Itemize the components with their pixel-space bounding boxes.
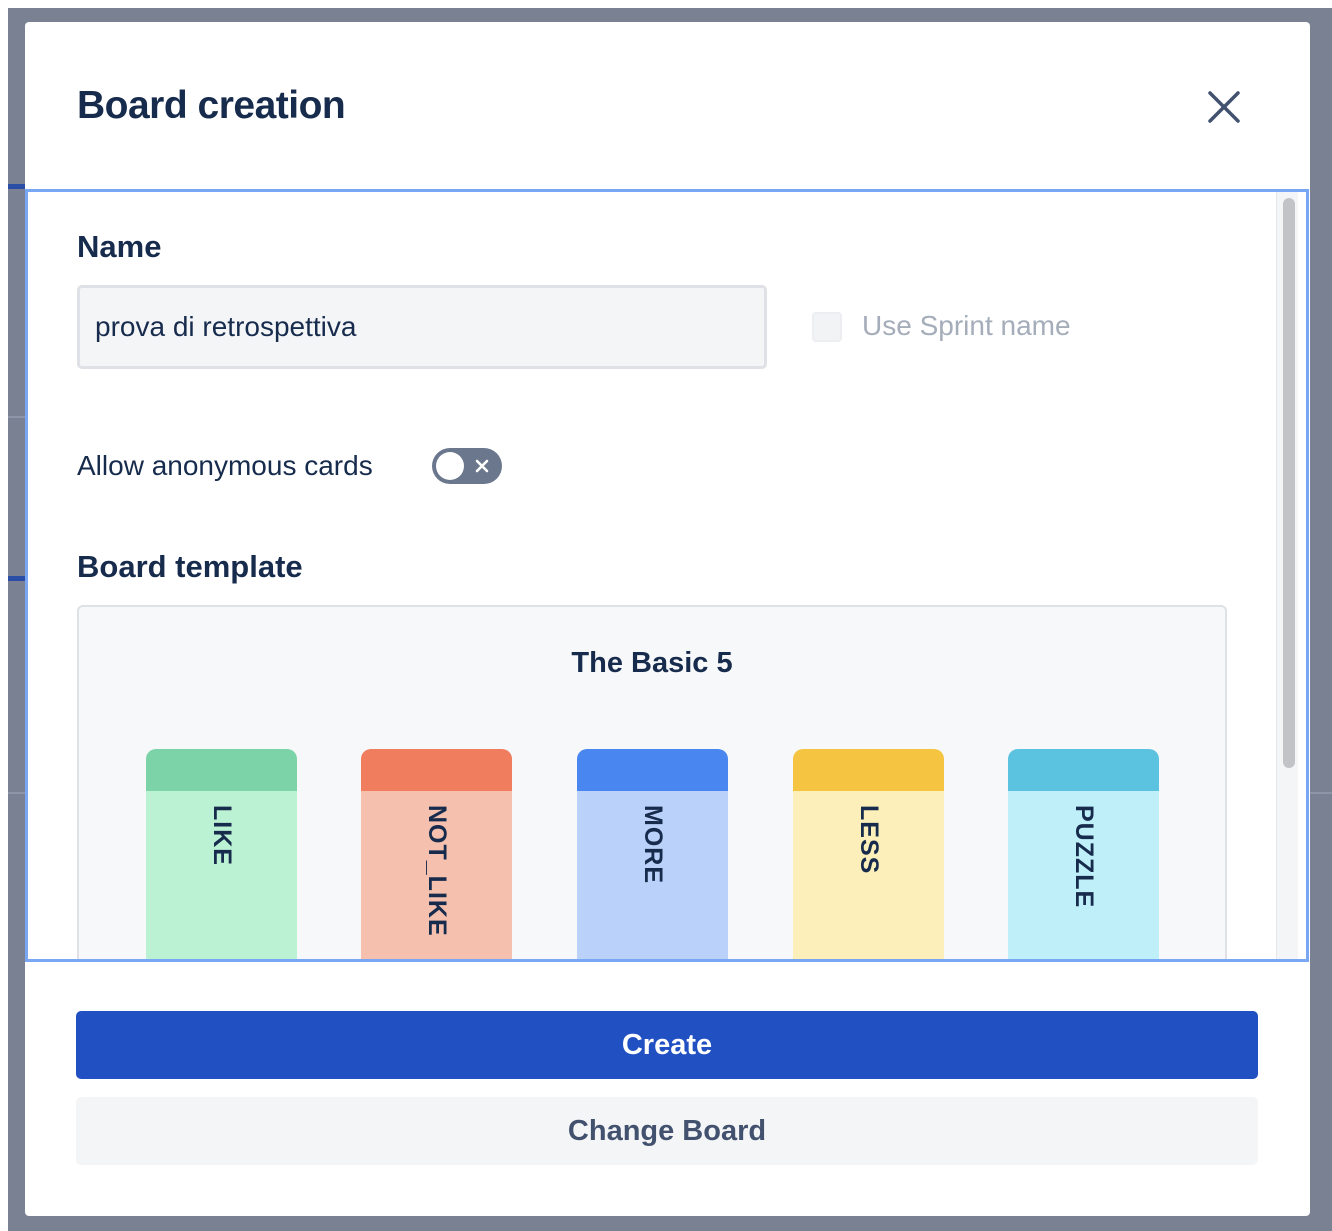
toggle-off-icon (475, 459, 489, 473)
column-label: PUZZLE (1070, 805, 1098, 909)
template-column: PUZZLE (1008, 749, 1159, 959)
use-sprint-name-checkbox[interactable] (812, 312, 842, 342)
board-creation-dialog: Board creation Name Use Sprint name Allo… (25, 22, 1310, 1216)
column-label: MORE (639, 805, 667, 884)
template-preview[interactable]: The Basic 5 LIKE NOT_LIKE MORE LESS PUZZ… (77, 605, 1227, 959)
use-sprint-name-label[interactable]: Use Sprint name (862, 310, 1071, 342)
background-divider (1310, 792, 1332, 794)
template-column: LIKE (146, 749, 297, 959)
anonymous-cards-toggle[interactable] (432, 448, 502, 484)
column-header (146, 749, 297, 791)
create-button[interactable]: Create (76, 1011, 1258, 1079)
template-column: NOT_LIKE (361, 749, 512, 959)
background-divider (8, 416, 25, 418)
column-header (577, 749, 728, 791)
close-icon (1208, 91, 1240, 123)
dialog-body[interactable]: Name Use Sprint name Allow anonymous car… (25, 189, 1309, 962)
scrollbar[interactable] (1276, 192, 1298, 959)
column-label: NOT_LIKE (423, 805, 451, 937)
dialog-header: Board creation (25, 22, 1310, 189)
anonymous-cards-label: Allow anonymous cards (77, 450, 373, 481)
close-button[interactable] (1201, 84, 1247, 130)
column-header (793, 749, 944, 791)
column-header (1008, 749, 1159, 791)
board-template-label: Board template (77, 549, 303, 584)
change-board-button[interactable]: Change Board (76, 1097, 1258, 1165)
toggle-knob (436, 452, 464, 480)
template-column: LESS (793, 749, 944, 959)
scrollbar-thumb[interactable] (1283, 198, 1295, 768)
name-label: Name (77, 229, 162, 264)
template-name: The Basic 5 (571, 647, 733, 679)
column-label: LIKE (208, 805, 236, 866)
background-divider (8, 792, 25, 794)
dialog-title: Board creation (77, 84, 346, 127)
name-input[interactable] (77, 285, 767, 369)
column-header (361, 749, 512, 791)
column-label: LESS (855, 805, 883, 875)
background-accent (8, 184, 25, 189)
background-accent (8, 576, 25, 581)
template-column: MORE (577, 749, 728, 959)
